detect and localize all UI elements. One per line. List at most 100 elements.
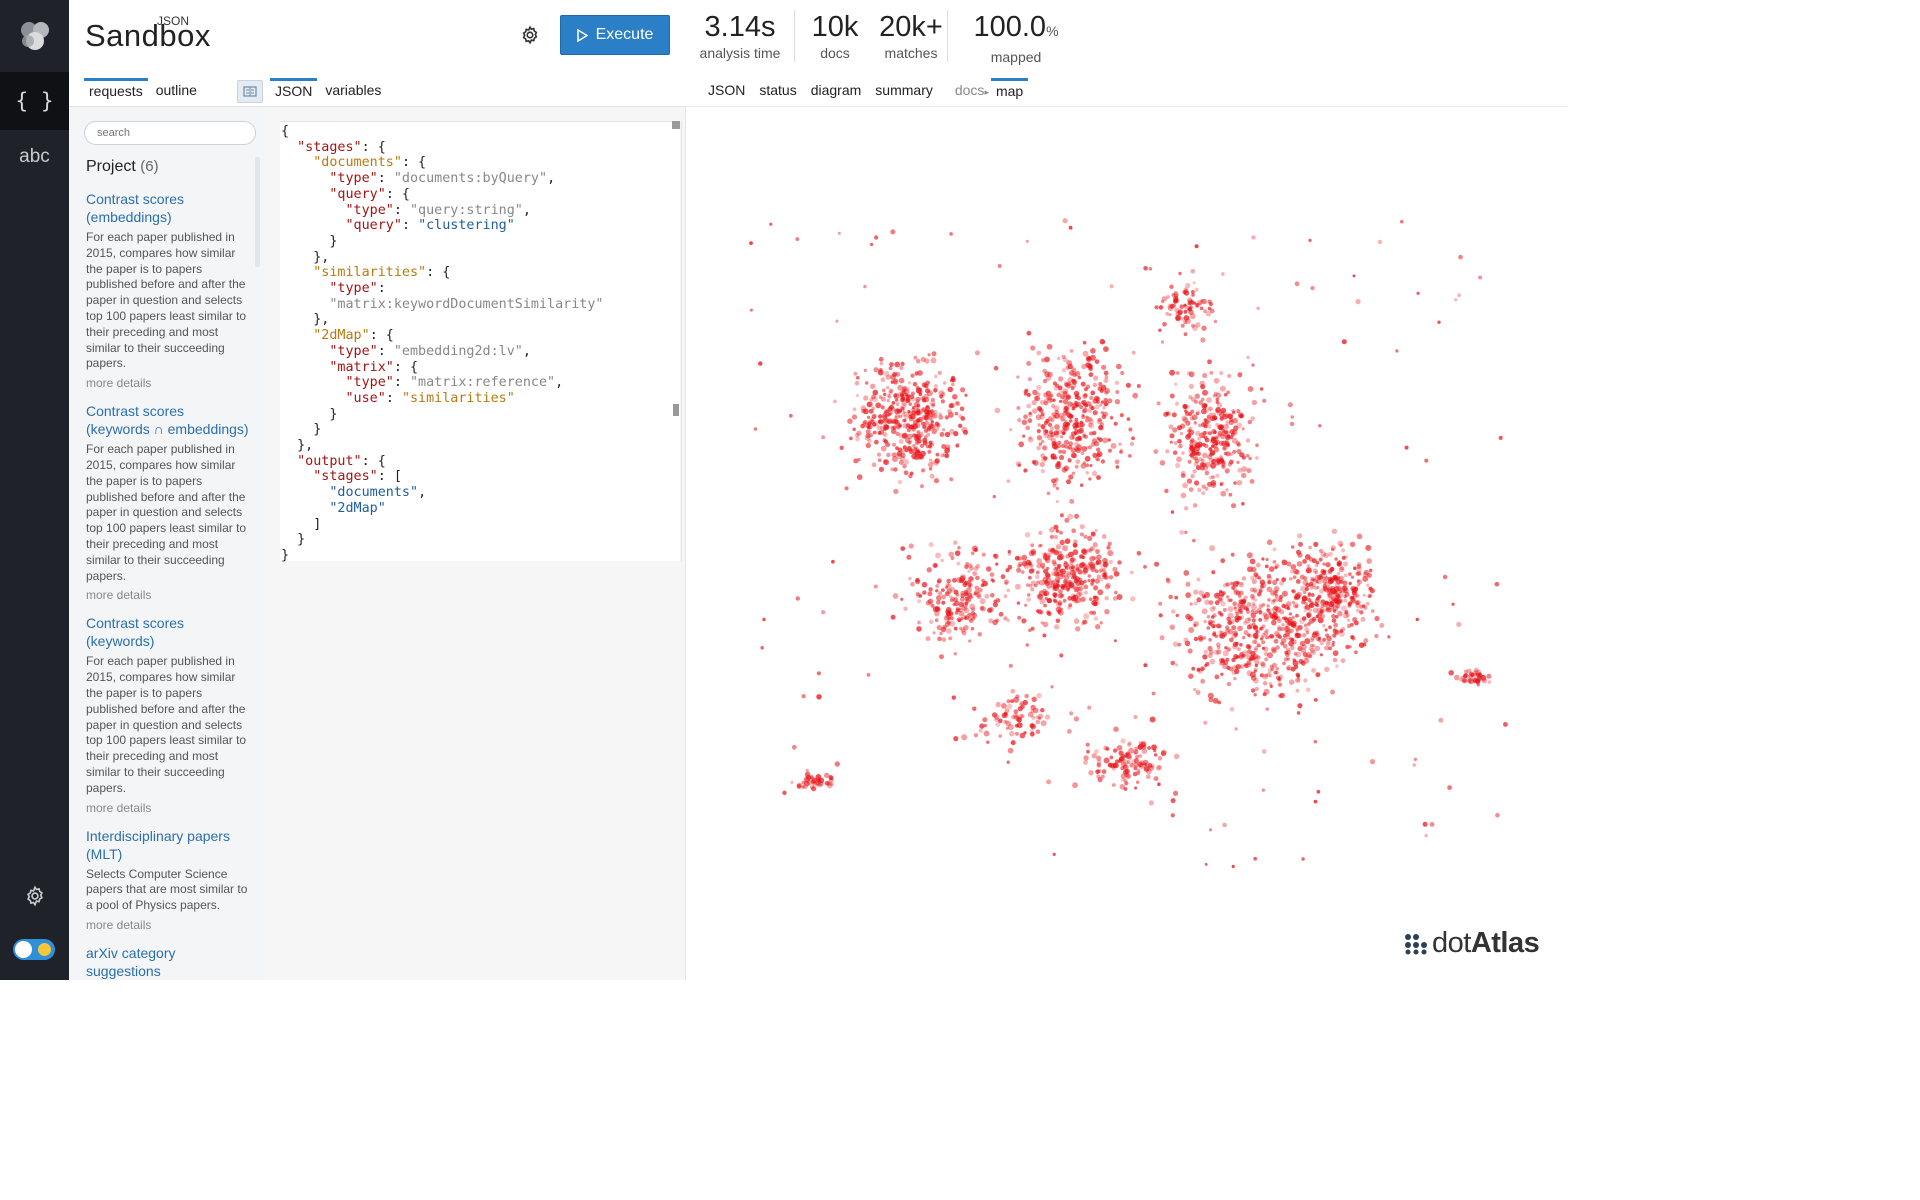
map-document-dot[interactable] (1093, 585, 1098, 590)
map-document-dot[interactable] (1017, 463, 1021, 467)
map-document-dot[interactable] (1050, 418, 1055, 423)
map-document-dot[interactable] (951, 695, 956, 700)
map-document-dot[interactable] (1016, 406, 1021, 410)
map-document-dot[interactable] (1108, 559, 1113, 565)
map-document-dot[interactable] (1184, 409, 1188, 413)
map-document-dot[interactable] (955, 443, 960, 448)
map-document-dot[interactable] (1103, 397, 1108, 403)
map-document-dot[interactable] (1017, 418, 1022, 423)
map-document-dot[interactable] (1227, 598, 1231, 603)
map-document-dot[interactable] (749, 241, 753, 246)
map-document-dot[interactable] (863, 284, 867, 289)
map-document-dot[interactable] (1158, 613, 1163, 618)
map-document-dot[interactable] (1308, 646, 1314, 652)
map-document-dot[interactable] (1158, 601, 1163, 606)
map-document-dot[interactable] (1183, 290, 1190, 296)
map-document-dot[interactable] (918, 431, 924, 437)
map-document-dot[interactable] (1081, 363, 1087, 370)
map-document-dot[interactable] (941, 637, 947, 642)
map-document-dot[interactable] (1200, 299, 1204, 303)
map-document-dot[interactable] (1193, 399, 1199, 404)
map-document-dot[interactable] (941, 600, 946, 605)
map-document-dot[interactable] (1055, 544, 1062, 550)
map-document-dot[interactable] (1182, 482, 1188, 489)
map-document-dot[interactable] (1153, 749, 1157, 753)
map-document-dot[interactable] (1348, 572, 1352, 576)
map-document-dot[interactable] (1040, 453, 1045, 458)
map-document-dot[interactable] (964, 393, 968, 397)
map-document-dot[interactable] (1026, 330, 1032, 336)
map-document-dot[interactable] (1329, 566, 1335, 572)
map-document-dot[interactable] (909, 471, 914, 476)
map-document-dot[interactable] (1315, 614, 1319, 619)
json-editor[interactable]: { "stages": { "documents": { "type": "do… (265, 107, 686, 980)
map-document-dot[interactable] (1091, 753, 1097, 759)
map-document-dot[interactable] (1036, 692, 1042, 699)
map-document-dot[interactable] (1215, 392, 1222, 399)
map-document-dot[interactable] (1309, 584, 1315, 590)
map-document-dot[interactable] (935, 583, 940, 589)
map-document-dot[interactable] (1016, 375, 1020, 379)
map-document-dot[interactable] (1205, 661, 1210, 667)
map-document-dot[interactable] (945, 628, 952, 634)
map-document-dot[interactable] (942, 381, 947, 385)
execute-button[interactable]: Execute (560, 15, 670, 55)
map-document-dot[interactable] (1366, 583, 1370, 587)
map-document-dot[interactable] (1204, 470, 1210, 476)
map-document-dot[interactable] (949, 477, 954, 482)
map-document-dot[interactable] (1413, 757, 1418, 762)
map-document-dot[interactable] (956, 561, 961, 566)
map-document-dot[interactable] (1013, 709, 1019, 714)
map-document-dot[interactable] (1315, 636, 1321, 642)
map-document-dot[interactable] (1116, 594, 1123, 600)
map-document-dot[interactable] (1185, 420, 1191, 426)
map-document-dot[interactable] (1291, 589, 1295, 593)
map-document-dot[interactable] (1281, 559, 1288, 566)
map-document-dot[interactable] (1353, 566, 1357, 571)
editor-scrollbar-thumb[interactable] (673, 404, 679, 416)
map-document-dot[interactable] (885, 442, 891, 448)
map-document-dot[interactable] (1301, 857, 1305, 861)
map-document-dot[interactable] (1202, 654, 1208, 660)
map-document-dot[interactable] (852, 407, 857, 412)
map-document-dot[interactable] (961, 426, 968, 433)
map-document-dot[interactable] (1313, 698, 1318, 702)
map-document-dot[interactable] (1079, 424, 1084, 430)
map-document-dot[interactable] (1400, 219, 1404, 224)
map-document-dot[interactable] (939, 631, 943, 636)
map-document-dot[interactable] (1264, 657, 1269, 662)
map-document-dot[interactable] (1175, 613, 1179, 618)
map-document-dot[interactable] (1065, 564, 1071, 570)
map-document-dot[interactable] (995, 618, 1000, 623)
map-document-dot[interactable] (1024, 603, 1028, 607)
map-document-dot[interactable] (1252, 625, 1257, 629)
map-document-dot[interactable] (1342, 561, 1349, 567)
map-document-dot[interactable] (1036, 435, 1043, 441)
map-document-dot[interactable] (880, 396, 886, 402)
map-document-dot[interactable] (1366, 558, 1372, 564)
map-document-dot[interactable] (978, 728, 983, 733)
map-document-dot[interactable] (1424, 834, 1428, 838)
map-document-dot[interactable] (795, 596, 800, 601)
map-document-dot[interactable] (1085, 463, 1090, 468)
map-document-dot[interactable] (1295, 688, 1300, 693)
map-document-dot[interactable] (1059, 653, 1064, 658)
map-document-dot[interactable] (1053, 534, 1059, 540)
map-document-dot[interactable] (1171, 412, 1177, 418)
map-document-dot[interactable] (1264, 564, 1269, 569)
map-document-dot[interactable] (1071, 572, 1077, 578)
map-document-dot[interactable] (1288, 640, 1294, 647)
map-document-dot[interactable] (893, 467, 898, 472)
map-document-dot[interactable] (908, 402, 913, 407)
map-document-dot[interactable] (993, 553, 999, 559)
map-document-dot[interactable] (1169, 624, 1175, 630)
map-document-dot[interactable] (899, 365, 904, 370)
map-document-dot[interactable] (1215, 422, 1219, 427)
map-document-dot[interactable] (1253, 639, 1258, 645)
map-document-dot[interactable] (1212, 416, 1218, 421)
map-document-dot[interactable] (951, 596, 956, 601)
map-document-dot[interactable] (1232, 410, 1236, 415)
map-document-dot[interactable] (1169, 433, 1175, 439)
map-document-dot[interactable] (1287, 402, 1293, 408)
map-document-dot[interactable] (1053, 430, 1059, 436)
